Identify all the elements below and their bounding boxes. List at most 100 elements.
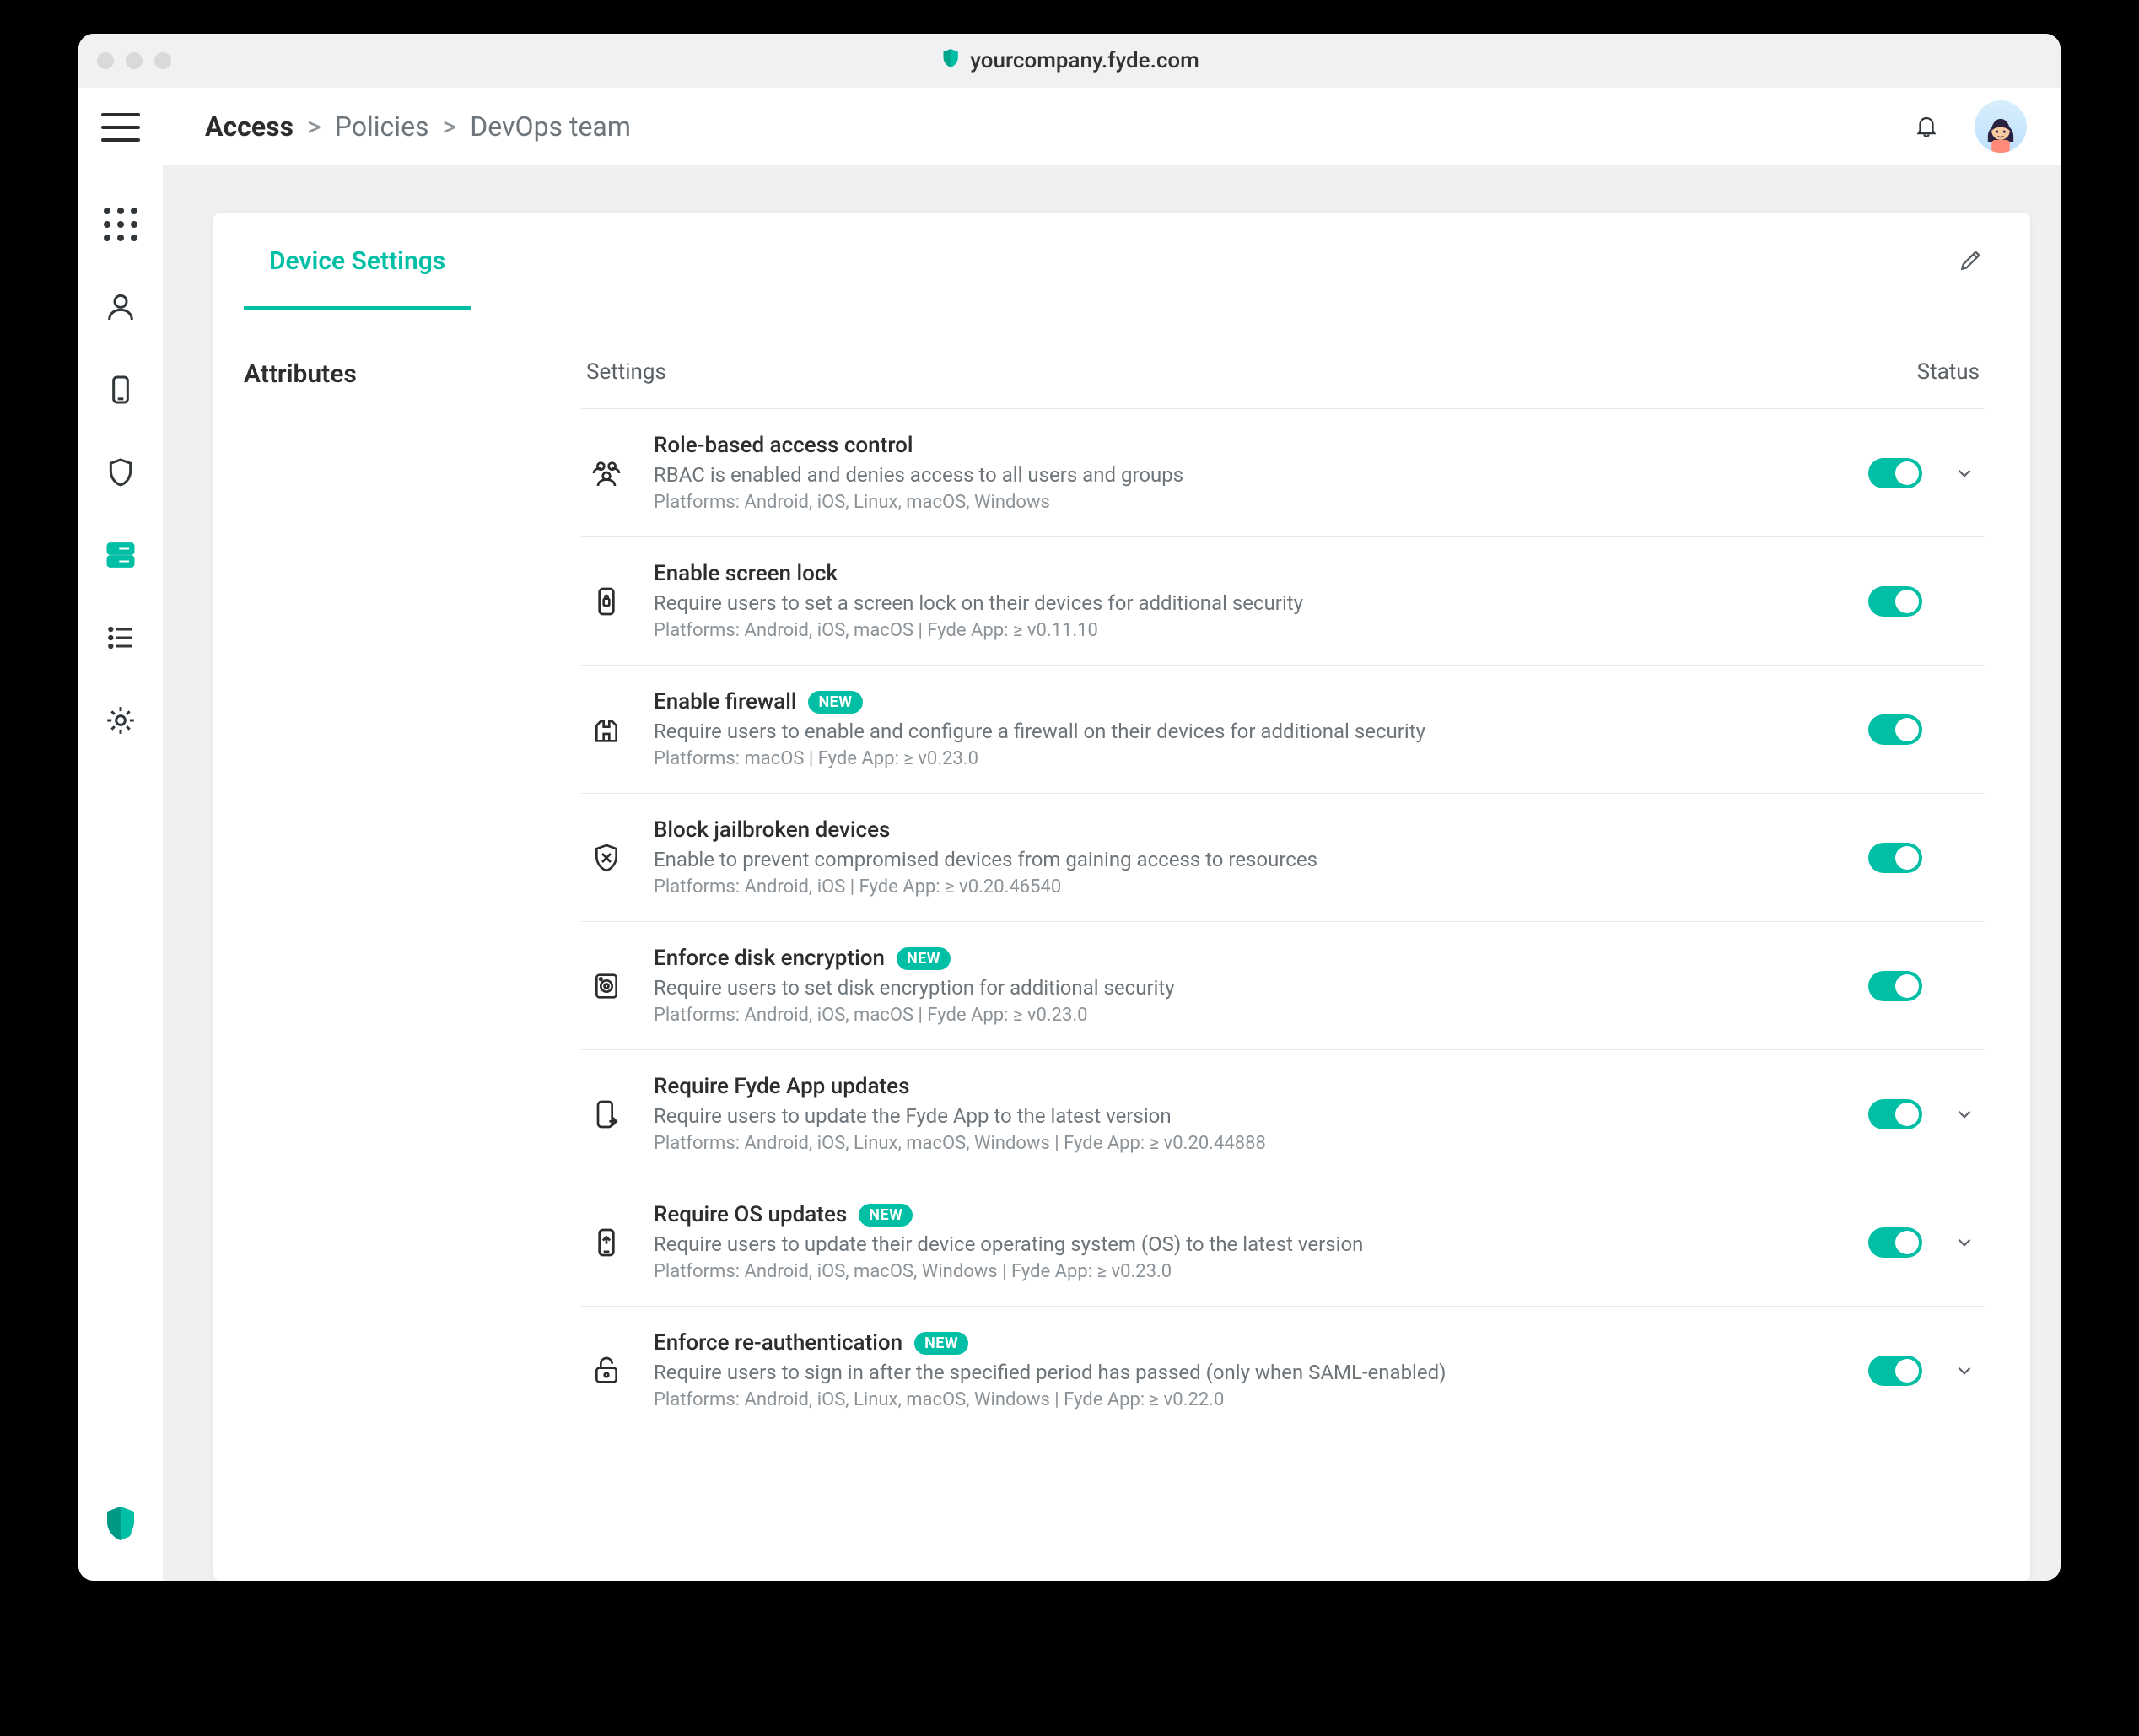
col-settings-header: Settings bbox=[586, 359, 666, 385]
url-text: yourcompany.fyde.com bbox=[970, 48, 1199, 73]
server-icon[interactable] bbox=[102, 536, 139, 574]
setting-body: Enable screen lockRequire users to set a… bbox=[654, 561, 1841, 641]
device-settings-panel: Device Settings Attributes Settings bbox=[213, 213, 2030, 1581]
status-toggle[interactable] bbox=[1868, 843, 1922, 873]
setting-desc: Require users to set disk encryption for… bbox=[654, 976, 1841, 1000]
setting-body: Role-based access control RBAC is enabled… bbox=[654, 433, 1841, 513]
status-toggle[interactable] bbox=[1868, 1099, 1922, 1129]
setting-title-text: Enable firewall bbox=[654, 689, 796, 714]
setting-desc: Require users to sign in after the speci… bbox=[654, 1361, 1841, 1384]
setting-title: Enforce re-authenticationNEW bbox=[654, 1330, 1841, 1356]
minimize-dot[interactable] bbox=[126, 52, 143, 69]
maximize-dot[interactable] bbox=[154, 52, 171, 69]
setting-platforms: Platforms: Android, iOS, Linux, macOS, W… bbox=[654, 1389, 1841, 1410]
setting-icon bbox=[586, 456, 627, 490]
section-side: Attributes bbox=[244, 359, 581, 1434]
brand-logo bbox=[100, 1503, 141, 1547]
setting-title-text: Enforce disk encryption bbox=[654, 946, 885, 971]
setting-title: Role-based access control bbox=[654, 433, 1841, 458]
setting-platforms: Platforms: Android, iOS, macOS | Fyde Ap… bbox=[654, 620, 1841, 641]
new-badge: NEW bbox=[897, 947, 951, 970]
setting-title-text: Require Fyde App updates bbox=[654, 1074, 909, 1099]
setting-body: Enforce re-authenticationNEW Require user… bbox=[654, 1330, 1841, 1410]
status-toggle[interactable] bbox=[1868, 1356, 1922, 1386]
section-title: Attributes bbox=[244, 359, 581, 389]
setting-icon bbox=[586, 713, 627, 747]
setting-title: Block jailbroken devices bbox=[654, 817, 1841, 843]
setting-title: Enable screen lock bbox=[654, 561, 1841, 586]
setting-desc: Require users to enable and configure a … bbox=[654, 720, 1841, 743]
setting-desc: Require users to update the Fyde App to … bbox=[654, 1104, 1841, 1128]
new-badge: NEW bbox=[859, 1204, 913, 1227]
breadcrumb-sep: > bbox=[307, 111, 321, 143]
apps-grid-icon[interactable] bbox=[102, 206, 139, 243]
setting-platforms: Platforms: Android, iOS | Fyde App: ≥ v0… bbox=[654, 876, 1841, 898]
tab-device-settings[interactable]: Device Settings bbox=[244, 213, 471, 310]
hamburger-menu[interactable] bbox=[101, 113, 140, 142]
setting-icon bbox=[586, 1226, 627, 1259]
setting-row: Enforce disk encryption NEW Require users … bbox=[581, 921, 1985, 1049]
breadcrumb-l1[interactable]: Policies bbox=[335, 111, 429, 143]
bell-icon[interactable] bbox=[1914, 114, 1939, 139]
status-toggle[interactable] bbox=[1868, 586, 1922, 617]
setting-icon bbox=[586, 969, 627, 1003]
setting-desc: RBAC is enabled and denies access to all… bbox=[654, 463, 1841, 487]
setting-platforms: Platforms: Android, iOS, Linux, macOS, W… bbox=[654, 492, 1841, 513]
setting-body: Block jailbroken devicesEnable to preven… bbox=[654, 817, 1841, 898]
setting-title: Enforce disk encryption NEW bbox=[654, 946, 1841, 971]
setting-body: Enforce disk encryption NEW Require users … bbox=[654, 946, 1841, 1026]
setting-body: Require Fyde App updates Require users to… bbox=[654, 1074, 1841, 1154]
close-dot[interactable] bbox=[97, 52, 114, 69]
panel-wrap: Device Settings Attributes Settings bbox=[163, 165, 2061, 1581]
list-icon[interactable] bbox=[102, 619, 139, 656]
setting-title-text: Require OS updates bbox=[654, 1202, 847, 1227]
device-icon[interactable] bbox=[102, 371, 139, 408]
setting-platforms: Platforms: Android, iOS, macOS | Fyde Ap… bbox=[654, 1005, 1841, 1026]
status-toggle[interactable] bbox=[1868, 971, 1922, 1001]
setting-row: Enforce re-authenticationNEW Require user… bbox=[581, 1306, 1985, 1434]
panel-header: Device Settings bbox=[244, 213, 1985, 310]
topbar: Access > Policies > DevOps team bbox=[163, 88, 2061, 165]
sidebar-nav bbox=[102, 206, 139, 739]
status-toggle[interactable] bbox=[1868, 1227, 1922, 1258]
setting-row: Role-based access control RBAC is enabled… bbox=[581, 408, 1985, 536]
shield-nav-icon[interactable] bbox=[102, 454, 139, 491]
setting-row: Enable firewallNEW Require users to enabl… bbox=[581, 665, 1985, 793]
content-area: Access > Policies > DevOps team bbox=[163, 88, 2061, 1581]
app-body: Access > Policies > DevOps team bbox=[78, 88, 2061, 1581]
setting-platforms: Platforms: Android, iOS, macOS, Windows … bbox=[654, 1261, 1841, 1282]
new-badge: NEW bbox=[914, 1332, 968, 1355]
breadcrumb-root[interactable]: Access bbox=[205, 111, 294, 143]
setting-desc: Require users to update their device ope… bbox=[654, 1232, 1841, 1256]
edit-button[interactable] bbox=[1958, 246, 1985, 277]
setting-row: Require Fyde App updates Require users to… bbox=[581, 1049, 1985, 1178]
chevron-down-icon[interactable] bbox=[1949, 462, 1980, 484]
user-icon[interactable] bbox=[102, 288, 139, 326]
breadcrumb-sep: > bbox=[443, 111, 457, 143]
app-window: yourcompany.fyde.com bbox=[78, 34, 2061, 1581]
settings-list: Role-based access control RBAC is enabled… bbox=[581, 408, 1985, 1434]
setting-row: Require OS updates NEW Require users to up… bbox=[581, 1178, 1985, 1306]
setting-title: Enable firewallNEW bbox=[654, 689, 1841, 714]
setting-title-text: Enable screen lock bbox=[654, 561, 838, 586]
avatar[interactable] bbox=[1975, 100, 2027, 153]
address-bar: yourcompany.fyde.com bbox=[940, 47, 1199, 75]
sidebar-rail bbox=[78, 88, 163, 1581]
col-status-header: Status bbox=[1917, 359, 1980, 385]
chevron-down-icon[interactable] bbox=[1949, 1360, 1980, 1382]
setting-row: Enable screen lockRequire users to set a… bbox=[581, 536, 1985, 665]
titlebar: yourcompany.fyde.com bbox=[78, 34, 2061, 88]
chevron-down-icon[interactable] bbox=[1949, 1232, 1980, 1253]
setting-platforms: Platforms: macOS | Fyde App: ≥ v0.23.0 bbox=[654, 748, 1841, 769]
breadcrumb-l2[interactable]: DevOps team bbox=[470, 111, 631, 143]
setting-icon bbox=[586, 1097, 627, 1131]
chevron-down-icon[interactable] bbox=[1949, 1103, 1980, 1125]
setting-body: Enable firewallNEW Require users to enabl… bbox=[654, 689, 1841, 769]
setting-title: Require OS updates NEW bbox=[654, 1202, 1841, 1227]
status-toggle[interactable] bbox=[1868, 714, 1922, 745]
gear-icon[interactable] bbox=[102, 702, 139, 739]
setting-row: Block jailbroken devicesEnable to preven… bbox=[581, 793, 1985, 921]
breadcrumb: Access > Policies > DevOps team bbox=[205, 111, 631, 143]
status-toggle[interactable] bbox=[1868, 458, 1922, 488]
shield-icon bbox=[940, 47, 962, 75]
